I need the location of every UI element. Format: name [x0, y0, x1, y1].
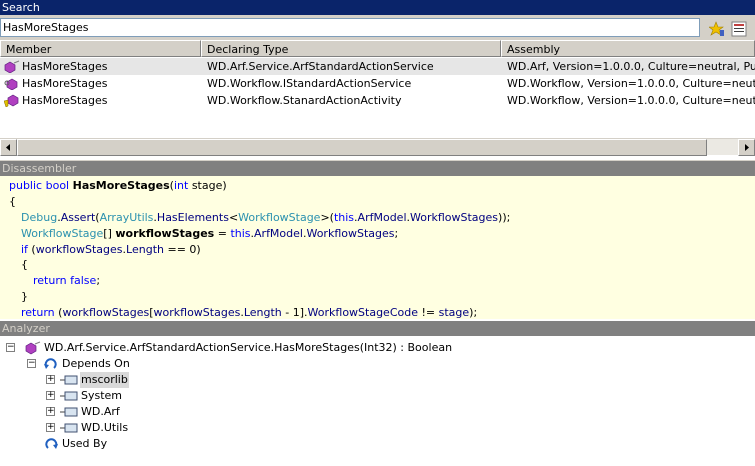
tree-node-label: System — [81, 389, 123, 402]
code-line: { — [9, 194, 16, 208]
code-line: return false; — [33, 274, 101, 288]
list-icon — [731, 21, 747, 37]
tree-node-label: Depends On — [62, 357, 130, 370]
result-assembly: WD.Arf, Version=1.0.0.0, Culture=neutral… — [507, 60, 755, 73]
tree-node-depends-on[interactable]: − Depends On — [27, 356, 227, 372]
result-assembly: WD.Workflow, Version=1.0.0.0, Culture=ne… — [507, 94, 755, 107]
interface-method-icon — [4, 78, 18, 90]
result-declaring-type: WD.Workflow.StanardActionActivity — [207, 94, 402, 107]
used-by-icon — [45, 438, 58, 449]
tree-node-label: WD.Utils — [81, 421, 129, 434]
search-results-list[interactable]: Member Declaring Type Assembly HasMoreSt… — [0, 40, 755, 161]
column-member[interactable]: Member — [0, 40, 201, 57]
tree-node-label: mscorlib — [80, 372, 129, 388]
disassembler-code[interactable]: public bool HasMoreStages(int stage) { D… — [0, 176, 755, 335]
analyzer-tree[interactable]: − WD.Arf.Service.ArfStandardActionServic… — [0, 337, 755, 466]
arrow-left-icon — [6, 144, 10, 151]
column-declaring-type[interactable]: Declaring Type — [201, 40, 501, 57]
tree-node-assembly[interactable]: + WD.Utils — [46, 420, 246, 436]
scroll-right-button[interactable] — [738, 139, 755, 156]
scroll-thumb[interactable] — [17, 139, 707, 156]
result-member: HasMoreStages — [22, 94, 108, 107]
column-assembly[interactable]: Assembly — [501, 40, 755, 57]
tree-node-root[interactable]: − WD.Arf.Service.ArfStandardActionServic… — [6, 340, 755, 356]
assembly-reference-icon — [60, 407, 78, 417]
search-type-button[interactable] — [728, 18, 748, 38]
code-line: WorkflowStage[] workflowStages = this.Ar… — [21, 226, 399, 240]
result-declaring-type: WD.Arf.Service.ArfStandardActionService — [207, 60, 434, 73]
depends-on-icon — [44, 358, 57, 369]
arrow-right-icon — [745, 144, 749, 151]
result-row[interactable]: HasMoreStages WD.Arf.Service.ArfStandard… — [0, 58, 755, 75]
code-line: { — [21, 258, 28, 272]
method-icon — [25, 341, 41, 355]
result-member: HasMoreStages — [22, 60, 108, 73]
search-options-button[interactable] — [706, 18, 726, 38]
expand-toggle[interactable]: + — [46, 423, 55, 432]
results-horizontal-scrollbar[interactable] — [0, 138, 755, 156]
search-input[interactable] — [0, 18, 700, 37]
expand-toggle[interactable]: + — [46, 375, 55, 384]
results-column-header: Member Declaring Type Assembly — [0, 40, 755, 57]
protected-method-icon — [4, 94, 19, 107]
search-pane-title: Search — [0, 0, 755, 15]
method-icon — [4, 60, 20, 73]
result-row[interactable]: HasMoreStages WD.Workflow.StanardActionA… — [0, 92, 755, 109]
analyzer-pane-title: Analyzer — [0, 321, 755, 336]
result-assembly: WD.Workflow, Version=1.0.0.0, Culture=ne… — [507, 77, 755, 90]
code-line: if (workflowStages.Length == 0) — [21, 242, 201, 256]
assembly-reference-icon — [60, 423, 78, 433]
tree-node-assembly[interactable]: + System — [46, 388, 246, 404]
result-row[interactable]: HasMoreStages WD.Workflow.IStandardActio… — [0, 75, 755, 92]
disassembler-pane-title: Disassembler — [0, 161, 755, 176]
tree-node-label: WD.Arf — [81, 405, 120, 418]
tree-node-label: Used By — [62, 437, 108, 450]
scroll-left-button[interactable] — [0, 139, 17, 156]
assembly-reference-icon — [60, 391, 78, 401]
search-toolbar — [0, 15, 755, 40]
expand-toggle[interactable]: + — [46, 391, 55, 400]
tree-node-label: WD.Arf.Service.ArfStandardActionService.… — [44, 341, 453, 354]
collapse-toggle[interactable]: − — [6, 343, 15, 352]
tree-node-assembly[interactable]: + mscorlib — [46, 372, 246, 388]
expand-toggle[interactable]: + — [46, 407, 55, 416]
code-line: Debug.Assert(ArrayUtils.HasElements<Work… — [21, 210, 511, 224]
code-line: return (workflowStages[workflowStages.Le… — [21, 306, 478, 320]
result-declaring-type: WD.Workflow.IStandardActionService — [207, 77, 412, 90]
result-member: HasMoreStages — [22, 77, 108, 90]
tree-node-used-by[interactable]: Used By — [44, 436, 244, 452]
code-line: public bool HasMoreStages(int stage) — [9, 179, 227, 192]
code-line: } — [21, 290, 28, 304]
tree-node-assembly[interactable]: + WD.Arf — [46, 404, 246, 420]
star-icon — [709, 21, 724, 36]
collapse-toggle[interactable]: − — [27, 359, 36, 368]
assembly-reference-icon — [60, 375, 78, 385]
